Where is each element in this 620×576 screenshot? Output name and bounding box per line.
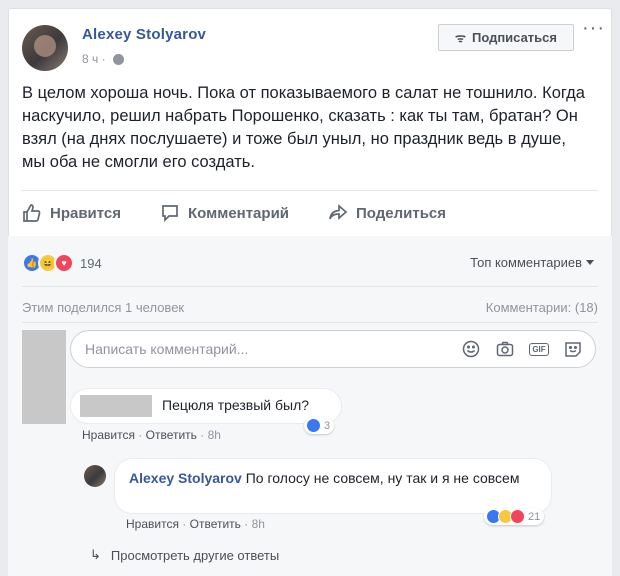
comment-reaction-count: 3: [324, 419, 331, 432]
divider: [22, 286, 598, 287]
globe-icon: [112, 53, 124, 65]
share-label: Поделиться: [356, 204, 447, 222]
subscribe-label: Подписаться: [471, 30, 557, 45]
like-reaction-icon: [306, 418, 321, 433]
divider: [22, 190, 598, 191]
subscribe-button[interactable]: ᯤ Подписаться: [438, 24, 574, 51]
reply-reply-link[interactable]: Ответить: [190, 517, 241, 531]
gif-icon[interactable]: GIF: [529, 339, 549, 359]
love-reaction-icon: ♥: [54, 253, 74, 273]
comment-label: Комментарий: [188, 204, 290, 222]
comment-reactions[interactable]: 3: [304, 417, 335, 434]
reply-author-avatar[interactable]: [84, 465, 106, 487]
rss-icon: ᯤ: [455, 31, 466, 45]
reply-arrow-icon: ↳: [90, 547, 101, 562]
comment-like-link[interactable]: Нравится: [82, 428, 135, 442]
reply-meta: Нравится · Ответить · 8h: [126, 517, 265, 531]
redacted-name: [80, 395, 152, 417]
share-icon: [329, 204, 348, 220]
reply-author-name[interactable]: Alexey Stolyarov: [129, 470, 242, 486]
comment-reply-link[interactable]: Ответить: [146, 428, 197, 442]
view-more-replies[interactable]: ↳ Просмотреть другие ответы: [90, 547, 279, 563]
reaction-summary[interactable]: 👍 😆 ♥ 194: [22, 253, 102, 273]
post-text: В целом хороша ночь. Пока от показываемо…: [22, 84, 585, 171]
reply-time[interactable]: 8h: [252, 517, 265, 531]
love-reaction-icon: [510, 509, 525, 524]
comment-count[interactable]: Комментарии: (18): [486, 300, 598, 315]
reaction-count: 194: [80, 255, 102, 271]
comment-text: Пецюля трезвый был?: [162, 397, 310, 413]
reply-like-link[interactable]: Нравится: [126, 517, 179, 531]
comment-button[interactable]: Комментарий: [160, 203, 289, 223]
shared-by[interactable]: Этим поделился 1 человек: [22, 300, 184, 315]
comment-time[interactable]: 8h: [208, 428, 221, 442]
more-options-icon[interactable]: ···: [582, 18, 605, 38]
reply-content: Alexey Stolyarov По голосу не совсем, ну…: [129, 468, 529, 488]
view-more-label: Просмотреть другие ответы: [110, 547, 280, 563]
like-button[interactable]: Нравится: [22, 203, 121, 223]
reply-reaction-count: 21: [528, 510, 541, 523]
redacted-avatar: [22, 330, 66, 424]
post-time[interactable]: 8 ч ·: [82, 52, 106, 66]
sticker-icon[interactable]: [563, 339, 583, 359]
post-meta: 8 ч ·: [82, 52, 124, 66]
reply-bubble: Alexey Stolyarov По голосу не совсем, ну…: [114, 458, 552, 514]
comment-input[interactable]: Написать комментарий... GIF: [70, 330, 596, 368]
composer-icons: GIF: [461, 339, 583, 359]
camera-icon[interactable]: [495, 339, 515, 359]
thumbs-up-icon: [23, 204, 41, 222]
author-name[interactable]: Alexey Stolyarov: [82, 26, 206, 43]
reply-text: По голосу не совсем, ну так и я не совсе…: [245, 470, 520, 486]
author-avatar[interactable]: [22, 25, 68, 71]
comment-meta: Нравится · Ответить · 8h: [82, 428, 221, 442]
sort-label: Топ комментариев: [470, 255, 582, 270]
share-button[interactable]: Поделиться: [328, 203, 446, 223]
reply-reactions[interactable]: 21: [484, 508, 545, 525]
comment-icon: [162, 205, 178, 223]
caret-down-icon: [586, 260, 594, 265]
comment-placeholder: Написать комментарий...: [85, 341, 249, 357]
emoji-icon[interactable]: [461, 339, 481, 359]
divider: [22, 322, 598, 323]
sort-comments-dropdown[interactable]: Топ комментариев: [470, 255, 594, 270]
like-label: Нравится: [50, 204, 122, 222]
